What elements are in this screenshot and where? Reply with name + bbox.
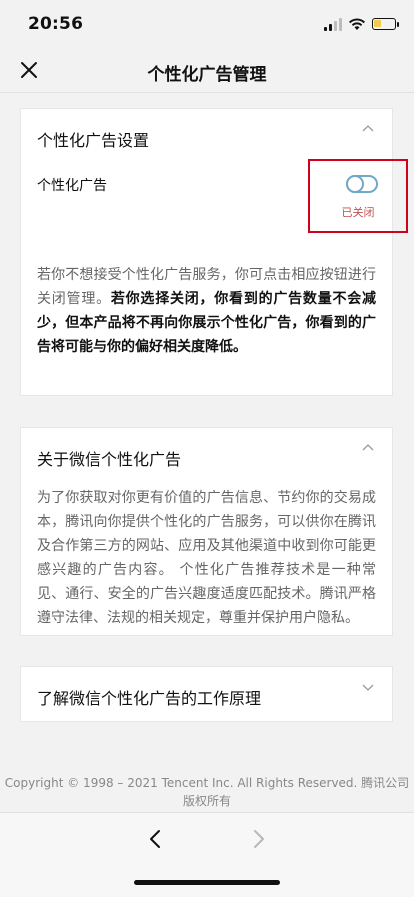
battery-icon: [372, 18, 399, 30]
how-it-works-card[interactable]: 了解微信个性化广告的工作原理: [20, 666, 393, 722]
copyright-text: Copyright © 1998 – 2021 Tencent Inc. All…: [4, 776, 410, 808]
status-bar: 20:56: [0, 0, 414, 48]
wifi-icon: [349, 18, 365, 30]
settings-card: 个性化广告设置 个性化广告 已关闭 若你不想接受个性化广告服务，你可点击相应按钮…: [20, 108, 408, 396]
toggle-knob: [346, 175, 364, 193]
how-it-works-heading: 了解微信个性化广告的工作原理: [37, 689, 262, 708]
cellular-signal-icon: [324, 17, 342, 31]
settings-description: 若你不想接受个性化广告服务，你可点击相应按钮进行关闭管理。若你选择关闭，你看到的…: [37, 263, 376, 359]
back-arrow-icon[interactable]: [144, 827, 168, 851]
forward-arrow-icon[interactable]: [246, 827, 270, 851]
page-title: 个性化广告管理: [147, 65, 267, 85]
chevron-up-icon[interactable]: [362, 123, 374, 135]
personalized-ads-label: 个性化广告: [37, 178, 107, 194]
settings-card-heading: 个性化广告设置: [37, 131, 150, 150]
status-icons: [324, 15, 399, 33]
navigation-bar: 个性化广告管理: [0, 48, 414, 93]
toggle-status-label: 已关闭: [341, 206, 375, 219]
home-indicator[interactable]: [134, 880, 280, 885]
status-time: 20:56: [28, 14, 84, 34]
about-description: 为了你获取对你更有价值的广告信息、节约你的交易成本，腾讯向你提供个性化的广告服务…: [37, 490, 376, 626]
chevron-up-icon[interactable]: [362, 442, 374, 454]
battery-level: [374, 20, 381, 27]
about-card-heading: 关于微信个性化广告: [37, 450, 182, 469]
personalized-ads-toggle[interactable]: [346, 175, 378, 193]
about-card: 关于微信个性化广告 为了你获取对你更有价值的广告信息、节约你的交易成本，腾讯向你…: [20, 427, 393, 636]
toggle-highlight-box: 已关闭: [308, 159, 408, 233]
chevron-down-icon[interactable]: [362, 681, 374, 693]
